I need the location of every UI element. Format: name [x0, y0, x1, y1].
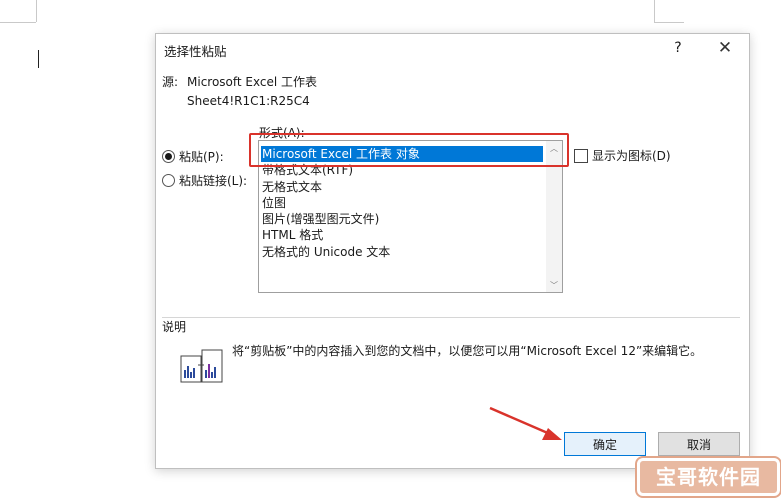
result-divider	[162, 317, 740, 318]
text-cursor	[38, 50, 39, 68]
source-label: 源:	[162, 75, 179, 89]
scroll-down-icon[interactable]: ﹀	[546, 280, 562, 291]
cancel-button[interactable]: 取消	[658, 432, 740, 456]
source-range: Sheet4!R1C1:R25C4	[187, 94, 310, 108]
paste-radio-option[interactable]: 粘贴(P):	[162, 148, 224, 165]
dialog-title: 选择性粘贴	[164, 44, 227, 59]
result-description: 将“剪贴板”中的内容插入到您的文档中，以便您可以用“Microsoft Exce…	[232, 344, 703, 358]
paste-special-dialog: 选择性粘贴 ? ✕ 源: Microsoft Excel 工作表 Sheet4!…	[155, 33, 750, 469]
help-button[interactable]: ?	[668, 38, 688, 58]
crop-mark-top-right	[654, 0, 655, 22]
display-as-icon-label: 显示为图标(D)	[592, 149, 671, 163]
crop-mark-top-right-h	[654, 22, 684, 23]
paste-radio[interactable]	[162, 150, 175, 163]
format-item-plain-text[interactable]: 无格式文本	[261, 179, 543, 195]
close-button[interactable]: ✕	[714, 38, 736, 58]
annotation-arrow-icon	[489, 406, 562, 440]
paste-link-radio-label: 粘贴链接(L):	[179, 174, 248, 188]
format-item-html[interactable]: HTML 格式	[261, 227, 543, 243]
crop-mark-top-left	[36, 0, 37, 22]
format-item-emf[interactable]: 图片(增强型图元文件)	[261, 211, 543, 227]
crop-mark-top-left-h	[0, 22, 36, 23]
format-item-bitmap[interactable]: 位图	[261, 195, 543, 211]
watermark-logo: 宝哥软件园	[637, 458, 780, 496]
display-as-icon-checkbox[interactable]	[574, 148, 588, 163]
annotation-highlight-box	[249, 133, 569, 167]
display-as-icon-option[interactable]: 显示为图标(D)	[574, 147, 671, 164]
source-name: Microsoft Excel 工作表	[187, 75, 318, 89]
clipboard-document-icon	[180, 349, 223, 383]
paste-link-radio-option[interactable]: 粘贴链接(L):	[162, 172, 247, 189]
ok-button[interactable]: 确定	[564, 432, 646, 456]
paste-link-radio[interactable]	[162, 174, 175, 187]
result-label: 说明	[162, 320, 187, 334]
format-item-unicode-text[interactable]: 无格式的 Unicode 文本	[261, 244, 543, 260]
paste-radio-label: 粘贴(P):	[179, 150, 224, 164]
